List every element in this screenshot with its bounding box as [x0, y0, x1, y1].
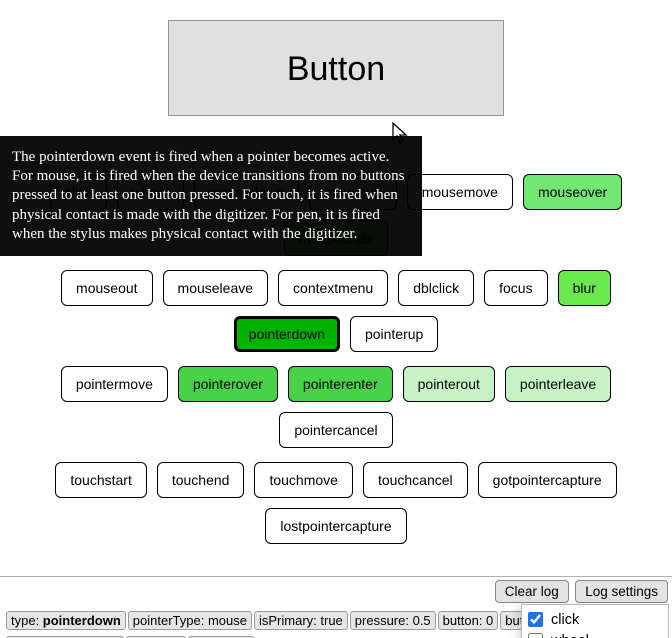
log-chip: pressure: 0.5 [350, 611, 436, 630]
event-pill-touchstart[interactable]: touchstart [55, 462, 146, 498]
log-settings-button[interactable]: Log settings [575, 580, 668, 603]
event-pill-mouseover[interactable]: mouseover [523, 174, 622, 210]
event-pill-pointerenter[interactable]: pointerenter [288, 366, 393, 402]
log-toolbar: Clear log Log settings [0, 577, 672, 606]
log-setting-click[interactable]: click [528, 609, 662, 630]
event-pill-pointerout[interactable]: pointerout [403, 366, 495, 402]
log-setting-label: wheel [551, 633, 589, 638]
event-pill-row: mouseout mouseleavecontextmenu dblclick foc… [30, 270, 642, 352]
event-tooltip: The pointerdown event is fired when a po… [0, 136, 422, 256]
event-pill-touchend[interactable]: touchend [157, 462, 245, 498]
log-setting-checkbox[interactable] [528, 633, 543, 638]
event-pill-blur[interactable]: blur [558, 270, 611, 306]
event-pill-gotpointercapture[interactable]: gotpointercapture [478, 462, 617, 498]
log-chip: isPrimary: true [254, 611, 348, 630]
event-pill-touchmove[interactable]: touchmove [254, 462, 352, 498]
log-area: type: pointerdownpointerType: mouseisPri… [0, 606, 672, 638]
event-pill-touchcancel[interactable]: touchcancel [363, 462, 468, 498]
event-pill-pointerdown[interactable]: pointerdown [234, 316, 340, 352]
log-chip: pointerType: mouse [128, 611, 252, 630]
log-setting-checkbox[interactable] [528, 612, 543, 627]
event-pill-lostpointercapture[interactable]: lostpointercapture [265, 508, 406, 544]
event-pill-mouseout[interactable]: mouseout [61, 270, 152, 306]
event-pill-mousemove[interactable]: mousemove [407, 174, 513, 210]
demo-button[interactable]: Button [168, 20, 504, 116]
event-pill-contextmenu[interactable]: contextmenu [278, 270, 388, 306]
log-chip: type: pointerdown [6, 611, 126, 630]
log-setting-wheel[interactable]: wheel [528, 630, 662, 638]
clear-log-button[interactable]: Clear log [495, 580, 569, 603]
event-pill-pointerup[interactable]: pointerup [350, 316, 438, 352]
log-setting-label: click [551, 612, 579, 628]
event-pill-pointerover[interactable]: pointerover [178, 366, 278, 402]
event-pill-pointercancel[interactable]: pointercancel [279, 412, 392, 448]
event-pill-mouseleave[interactable]: mouseleave [163, 270, 269, 306]
log-settings-panel: clickwheelmousedownmouseupmousemovemouse… [521, 604, 669, 638]
event-types-panel: clickwheelmousedownmouseupmousemovemouse… [0, 136, 672, 577]
event-pill-focus[interactable]: focus [484, 270, 547, 306]
demo-area: Button [0, 0, 672, 136]
event-pill-pointermove[interactable]: pointermove [61, 366, 168, 402]
event-pill-row: pointermove pointerover pointerenter pointe… [30, 366, 642, 448]
event-pill-row: touchstart touchendtouchmove touchcancel go… [30, 462, 642, 544]
event-pill-pointerleave[interactable]: pointerleave [505, 366, 611, 402]
event-pill-dblclick[interactable]: dblclick [398, 270, 474, 306]
log-chip: button: 0 [438, 611, 499, 630]
